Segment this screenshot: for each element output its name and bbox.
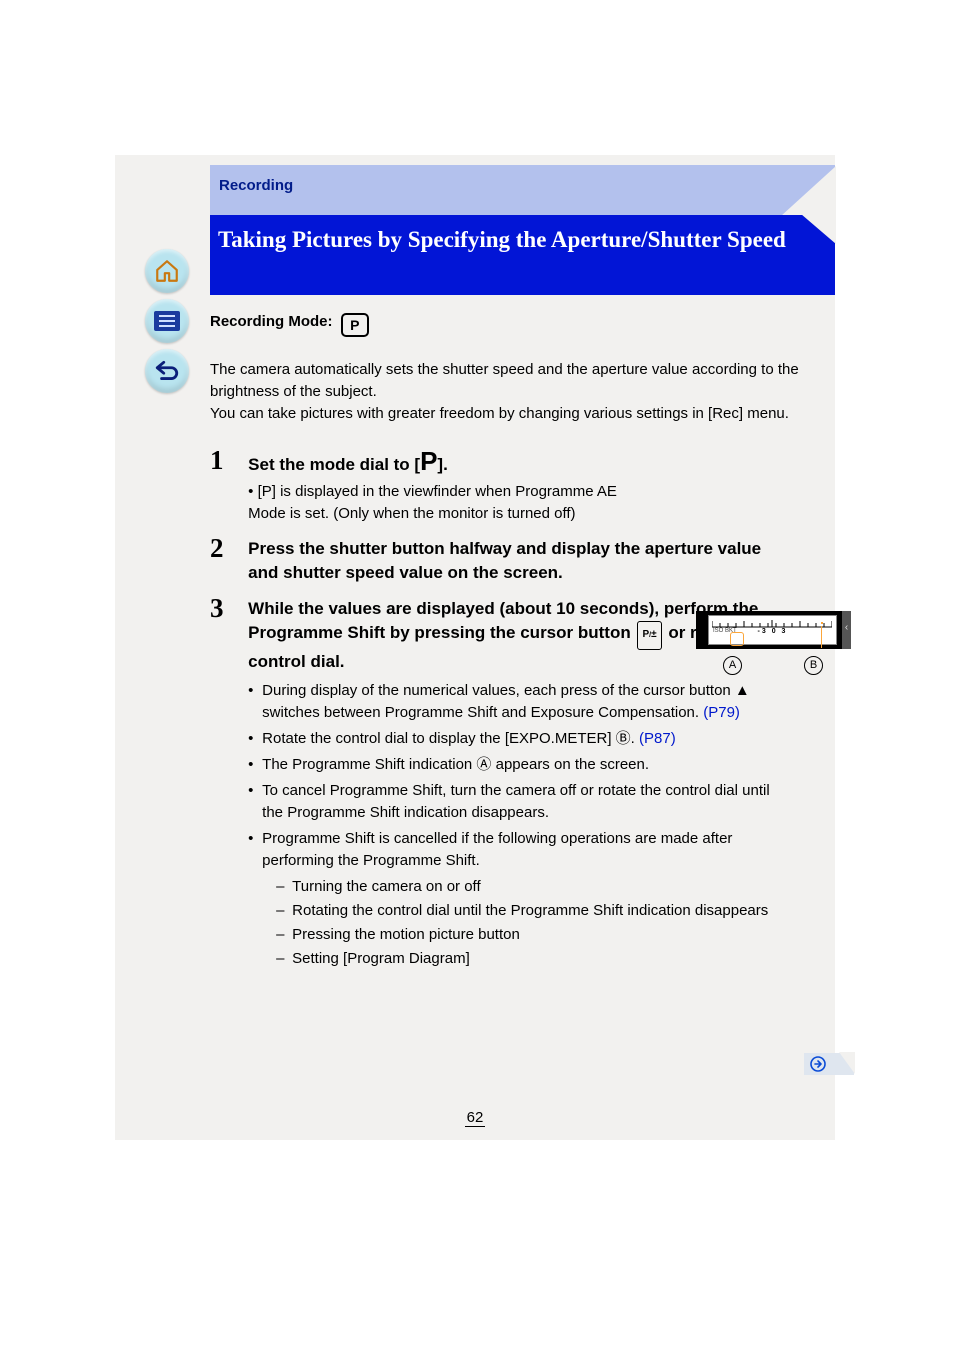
- step-1: 1 Set the mode dial to [P]. • [P] is dis…: [210, 449, 825, 525]
- bullet-1: During display of the numerical values, …: [248, 680, 788, 724]
- section-label: Recording: [219, 177, 293, 194]
- contents-button[interactable]: [145, 299, 189, 343]
- step3-bullets: During display of the numerical values, …: [248, 680, 788, 970]
- intro-paragraph: The camera automatically sets the shutte…: [210, 359, 825, 425]
- figure-highlight-b-dot: [821, 622, 823, 624]
- step1-sub: • [P] is displayed in the viewfinder whe…: [248, 481, 618, 525]
- callout-b: B: [804, 656, 823, 675]
- xref-p87[interactable]: (P87): [639, 730, 676, 747]
- step2-head: Press the shutter button halfway and dis…: [248, 539, 761, 582]
- bullet-5-dashes: Turning the camera on or off Rotating th…: [276, 876, 788, 970]
- contents-icon: [153, 310, 181, 332]
- home-button[interactable]: [145, 249, 189, 293]
- bullet-5: Programme Shift is cancelled if the foll…: [248, 828, 788, 970]
- figure-side-tab: ‹: [842, 611, 851, 649]
- step1-head-a: Set the mode dial to [: [248, 455, 420, 474]
- step1-head-b: ].: [437, 455, 447, 474]
- bullet-4: To cancel Programme Shift, turn the came…: [248, 780, 788, 824]
- next-arrow-icon: [810, 1056, 826, 1072]
- section-strip: [210, 165, 835, 215]
- ev-shift-icon: P/±: [637, 621, 661, 650]
- bullet-3: The Programme Shift indication Ⓐ appears…: [248, 754, 788, 776]
- figure-panel: -3 0 3 ISO BKT: [708, 615, 837, 645]
- expo-meter-figure: -3 0 3 ISO BKT ‹: [696, 611, 851, 649]
- back-button[interactable]: [145, 349, 189, 393]
- figure-highlight-b-line: [821, 626, 822, 648]
- manual-page: Recording Taking Pictures by Specifying …: [115, 155, 835, 1140]
- figure-highlight-a: [730, 632, 744, 646]
- page-number: 62: [115, 1109, 835, 1126]
- next-page-button[interactable]: [804, 1053, 854, 1075]
- side-nav: [145, 249, 195, 399]
- mode-p-icon: P: [341, 313, 369, 337]
- recording-mode-line: Recording Mode: P: [210, 311, 825, 337]
- content-area: Recording Mode: P The camera automatical…: [210, 305, 825, 1140]
- callout-a: A: [723, 656, 742, 675]
- home-icon: [154, 258, 180, 284]
- title-band: Taking Pictures by Specifying the Apertu…: [210, 215, 835, 295]
- recording-mode-label: Recording Mode:: [210, 313, 333, 330]
- step1-letter: P: [420, 446, 437, 476]
- page-title: Taking Pictures by Specifying the Apertu…: [218, 225, 815, 255]
- step-2: 2 Press the shutter button halfway and d…: [210, 537, 825, 585]
- bullet-2: Rotate the control dial to display the […: [248, 728, 788, 750]
- xref-p79[interactable]: (P79): [703, 704, 740, 721]
- strip-corner: [781, 166, 836, 216]
- back-icon: [154, 358, 180, 384]
